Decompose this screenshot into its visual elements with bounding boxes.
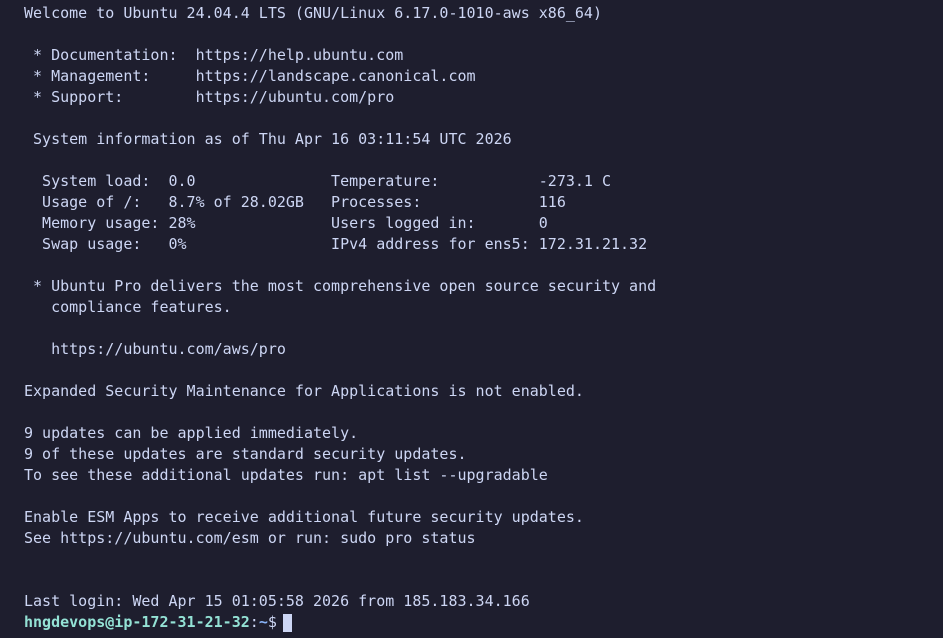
output-line: System information as of Thu Apr 16 03:1…: [24, 130, 512, 148]
output-line: * Management: https://landscape.canonica…: [24, 67, 476, 85]
command-prompt[interactable]: hngdevops@ip-172-31-21-32: ~ $: [24, 612, 943, 633]
output-line: 9 of these updates are standard security…: [24, 445, 467, 463]
output-line: * Ubuntu Pro delivers the most comprehen…: [24, 277, 657, 295]
output-line: Expanded Security Maintenance for Applic…: [24, 382, 584, 400]
output-line: Swap usage: 0% IPv4 address for ens5: 17…: [24, 235, 648, 253]
output-line: 9 updates can be applied immediately.: [24, 424, 359, 442]
terminal-window[interactable]: Welcome to Ubuntu 24.04.4 LTS (GNU/Linux…: [0, 0, 943, 638]
output-line: See https://ubuntu.com/esm or run: sudo …: [24, 529, 476, 547]
output-line: compliance features.: [24, 298, 232, 316]
output-line: Enable ESM Apps to receive additional fu…: [24, 508, 584, 526]
prompt-symbol: $: [267, 613, 277, 631]
output-line: Last login: Wed Apr 15 01:05:58 2026 fro…: [24, 592, 530, 610]
output-line: https://ubuntu.com/aws/pro: [24, 340, 286, 358]
prompt-separator: :: [249, 613, 259, 631]
output-line: Memory usage: 28% Users logged in: 0: [24, 214, 548, 232]
output-line: System load: 0.0 Temperature: -273.1 C: [24, 172, 611, 190]
terminal-output: Welcome to Ubuntu 24.04.4 LTS (GNU/Linux…: [24, 3, 943, 612]
output-line: To see these additional updates run: apt…: [24, 466, 548, 484]
output-line: * Documentation: https://help.ubuntu.com: [24, 46, 404, 64]
output-line: Usage of /: 8.7% of 28.02GB Processes: 1…: [24, 193, 566, 211]
text-cursor[interactable]: [282, 613, 292, 632]
output-line: * Support: https://ubuntu.com/pro: [24, 88, 395, 106]
output-line: Welcome to Ubuntu 24.04.4 LTS (GNU/Linux…: [24, 4, 602, 22]
prompt-path: ~: [258, 613, 268, 631]
prompt-user-host: hngdevops@ip-172-31-21-32: [24, 613, 250, 631]
